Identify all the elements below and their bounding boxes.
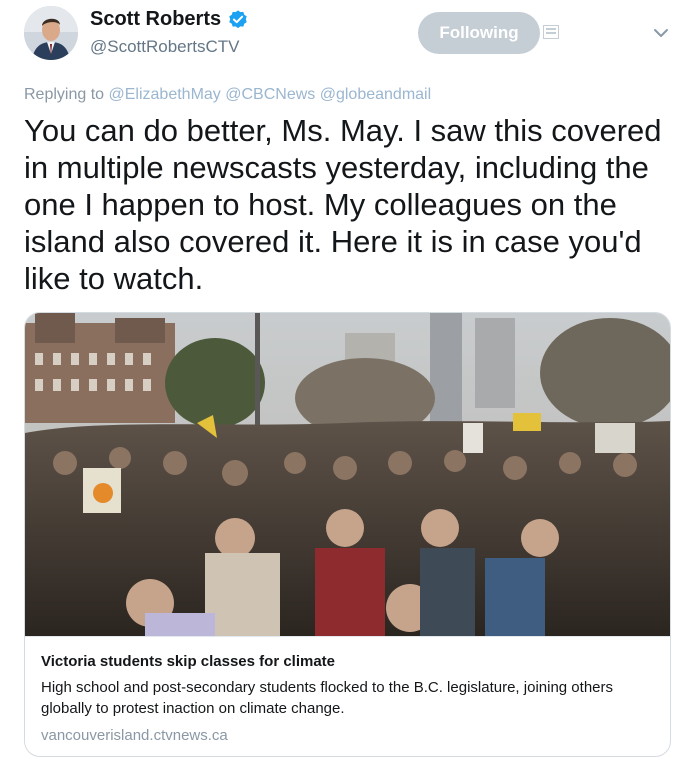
author-name[interactable]: Scott Roberts	[90, 8, 249, 31]
mention-link[interactable]: @ElizabethMay	[109, 86, 221, 103]
verified-badge-icon	[227, 9, 249, 31]
link-card-domain[interactable]: vancouverisland.ctvnews.ca	[41, 727, 654, 744]
chevron-down-icon[interactable]	[652, 26, 670, 38]
avatar-photo	[24, 6, 78, 60]
mention-link[interactable]: @CBCNews	[225, 86, 315, 103]
replying-to-line: Replying to @ElizabethMay @CBCNews @glob…	[24, 86, 431, 104]
avatar[interactable]	[24, 6, 78, 60]
link-card-title[interactable]: Victoria students skip classes for clima…	[41, 653, 654, 670]
notifications-icon[interactable]	[543, 25, 559, 39]
author-handle[interactable]: @ScottRobertsCTV	[90, 37, 249, 57]
author-info[interactable]: Scott Roberts @ScottRobertsCTV	[90, 8, 249, 57]
link-card-image[interactable]	[25, 313, 670, 636]
link-card-description: High school and post-secondary students …	[41, 679, 613, 717]
author-display-name[interactable]: Scott Roberts	[90, 8, 221, 31]
following-button[interactable]: Following	[418, 12, 540, 54]
link-card[interactable]: Victoria students skip classes for clima…	[24, 312, 671, 757]
link-card-body[interactable]: Victoria students skip classes for clima…	[25, 636, 670, 756]
replying-to-label: Replying to	[24, 86, 105, 103]
tweet-text: You can do better, Ms. May. I saw this c…	[24, 113, 662, 296]
mention-link[interactable]: @globeandmail	[320, 86, 431, 103]
crowd-photo	[25, 313, 670, 636]
